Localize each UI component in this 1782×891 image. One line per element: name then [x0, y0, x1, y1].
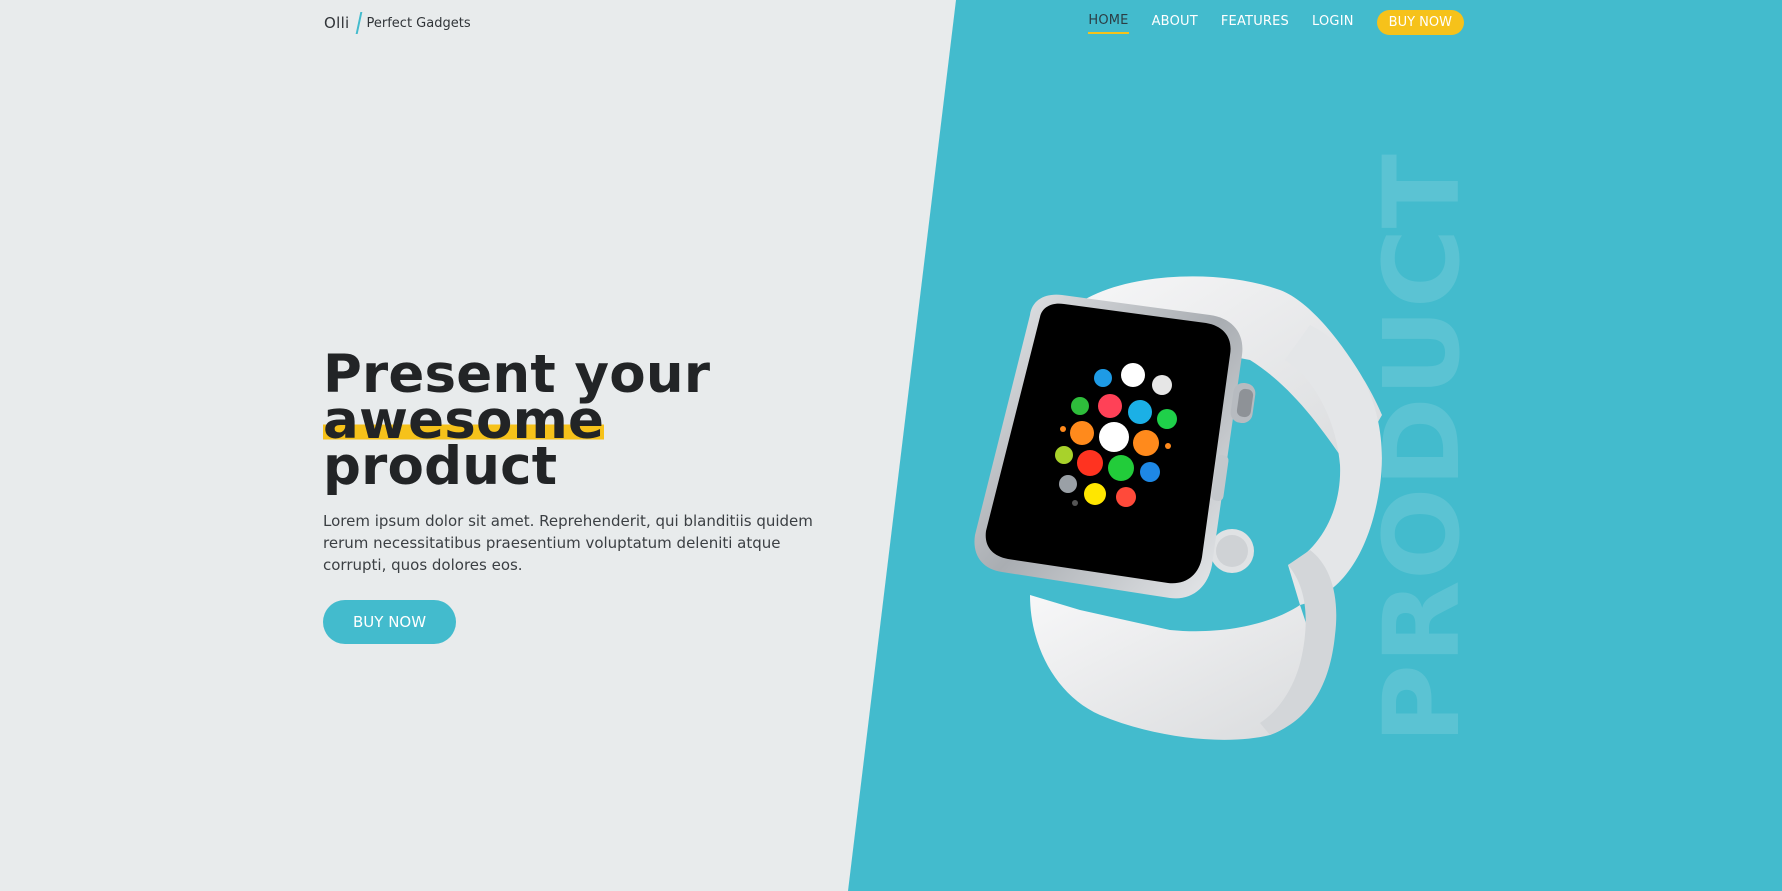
product-watermark-text: PRODUCT [1378, 154, 1464, 744]
hero-section: Present your awesome product Lorem ipsum… [323, 348, 843, 644]
brand-divider [355, 12, 362, 34]
main-nav: HOME ABOUT FEATURES LOGIN BUY NOW [1088, 10, 1464, 35]
hero-title: Present your awesome product [323, 348, 843, 493]
brand-logo[interactable]: Olli Perfect Gadgets [324, 12, 471, 34]
nav-home[interactable]: HOME [1088, 11, 1129, 34]
hero-title-line3: product [323, 436, 558, 497]
brand-name: Olli [324, 14, 350, 32]
buy-now-button[interactable]: BUY NOW [323, 600, 457, 644]
product-watermark: PRODUCT [1378, 154, 1464, 744]
nav-login[interactable]: LOGIN [1312, 12, 1354, 33]
nav-buy-now-button[interactable]: BUY NOW [1376, 10, 1464, 35]
nav-about[interactable]: ABOUT [1152, 12, 1198, 33]
smartwatch-image [974, 276, 1382, 740]
nav-features[interactable]: FEATURES [1221, 12, 1289, 33]
hero-description: Lorem ipsum dolor sit amet. Reprehenderi… [323, 512, 813, 574]
hero-background [848, 0, 1782, 891]
brand-tagline: Perfect Gadgets [366, 15, 471, 31]
